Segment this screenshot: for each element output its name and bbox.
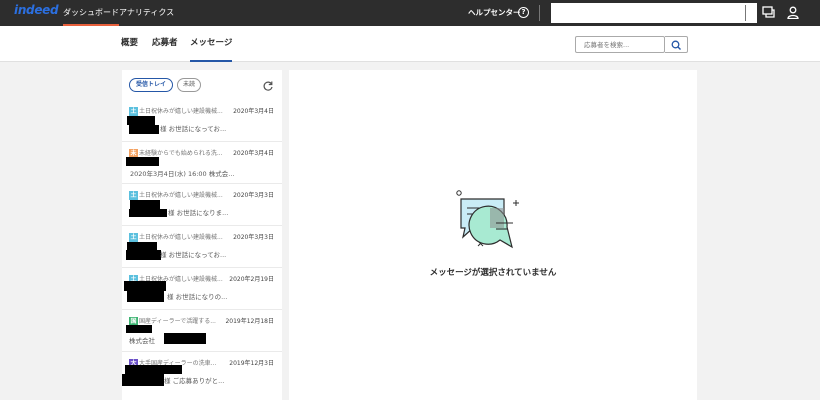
tab-candidates[interactable]: 応募者 [152, 26, 178, 62]
message-date: 2019年12月18日 [225, 318, 274, 325]
indeed-logo[interactable]: indeed [14, 3, 59, 17]
search-icon [671, 40, 681, 50]
message-snippet: 様 お世話になりま... [168, 209, 229, 217]
divider [539, 5, 540, 21]
redacted-name [125, 365, 182, 374]
top-bar: indeed ダッシュボード アナリティクス ヘルプセンター ? [0, 0, 820, 26]
candidate-search-input[interactable] [575, 36, 665, 53]
message-snippet: 様 お世話になってお... [160, 251, 227, 259]
message-list-item[interactable]: 大 大手国産ディーラーの洗車... 2019年12月3日 様 ご応募ありがと..… [122, 352, 282, 394]
message-snippet: 2020年3月4日(水) 16:00 株式会... [130, 170, 235, 178]
refresh-icon[interactable] [262, 80, 274, 92]
sub-navigation: 概要 応募者 メッセージ [0, 26, 820, 62]
message-subject: 土日祝休みが嬉しい建設機械... [139, 108, 223, 115]
message-list-item[interactable]: 土 土日祝休みが嬉しい建設機械... 2020年3月3日 様 お世話になってお.… [122, 226, 282, 268]
message-date: 2020年3月4日 [233, 108, 274, 115]
message-snippet: 株式会社 [129, 337, 155, 345]
redacted-name [127, 291, 164, 302]
message-date: 2020年3月3日 [233, 234, 274, 241]
message-subject: 土日祝休みが嬉しい建設機械... [139, 234, 223, 241]
redacted-name [127, 116, 155, 125]
empty-state-message: メッセージが選択されていません [429, 268, 557, 278]
redacted-name [126, 250, 161, 260]
help-icon[interactable]: ? [518, 7, 529, 18]
tab-overview[interactable]: 概要 [121, 26, 138, 62]
message-subject: 未経験からでも始められる洗... [139, 150, 223, 157]
redacted-name [127, 242, 157, 250]
redacted-name [122, 374, 164, 386]
top-search-box[interactable] [551, 3, 757, 23]
redacted-name [130, 200, 160, 209]
job-badge: 土 [129, 233, 138, 242]
help-center-link[interactable]: ヘルプセンター [468, 0, 521, 26]
message-snippet: 様 ご応募ありがと... [164, 377, 225, 385]
divider [745, 5, 746, 21]
filter-unread[interactable]: 未読 [177, 78, 201, 92]
job-badge: 土 [129, 191, 138, 200]
message-date: 2020年3月3日 [233, 192, 274, 199]
message-date: 2020年3月4日 [233, 150, 274, 157]
message-subject: 国産ディーラーで活躍する... [139, 318, 216, 325]
message-list-item[interactable]: 土 土日祝休みが嬉しい建設機械... 2020年3月4日 様 お世話になってお.… [122, 100, 282, 142]
messages-icon[interactable] [762, 6, 776, 19]
nav-analytics[interactable]: アナリティクス [119, 0, 174, 26]
tab-messages[interactable]: メッセージ [190, 26, 233, 62]
message-list-item[interactable]: 土 土日祝休みが嬉しい建設機械... 2020年2月19日 様 お世話になりの.… [122, 268, 282, 310]
redacted-name [129, 125, 159, 134]
candidate-search-button[interactable] [665, 36, 688, 53]
job-badge: 土 [129, 107, 138, 116]
empty-conversation-illustration [456, 190, 519, 249]
message-list-item[interactable]: 未 未経験からでも始められる洗... 2020年3月4日 2020年3月4日(水… [122, 142, 282, 184]
message-snippet: 様 お世話になってお... [160, 125, 227, 133]
message-detail-panel: メッセージが選択されていません [289, 70, 697, 400]
redacted-name [124, 281, 166, 291]
message-subject: 土日祝休みが嬉しい建設機械... [139, 192, 223, 199]
message-date: 2019年12月3日 [229, 360, 274, 367]
redacted-name [126, 157, 159, 166]
user-icon[interactable] [787, 6, 799, 19]
nav-dashboard[interactable]: ダッシュボード [63, 0, 119, 26]
message-snippet: 様 お世話になりの... [167, 293, 228, 301]
message-date: 2020年2月19日 [229, 276, 274, 283]
redacted-name [129, 209, 167, 217]
message-list-item[interactable]: 国 国産ディーラーで活躍する... 2019年12月18日 株式会社 [122, 310, 282, 352]
message-list-item[interactable]: 土 土日祝休みが嬉しい建設機械... 2020年3月3日 様 お世話になりま..… [122, 184, 282, 226]
redacted-name [164, 333, 206, 344]
message-list-panel: 受信トレイ 未読 土 土日祝休みが嬉しい建設機械... 2020年3月4日 様 … [122, 70, 282, 400]
filter-inbox[interactable]: 受信トレイ [129, 78, 173, 92]
redacted-name [126, 325, 152, 333]
